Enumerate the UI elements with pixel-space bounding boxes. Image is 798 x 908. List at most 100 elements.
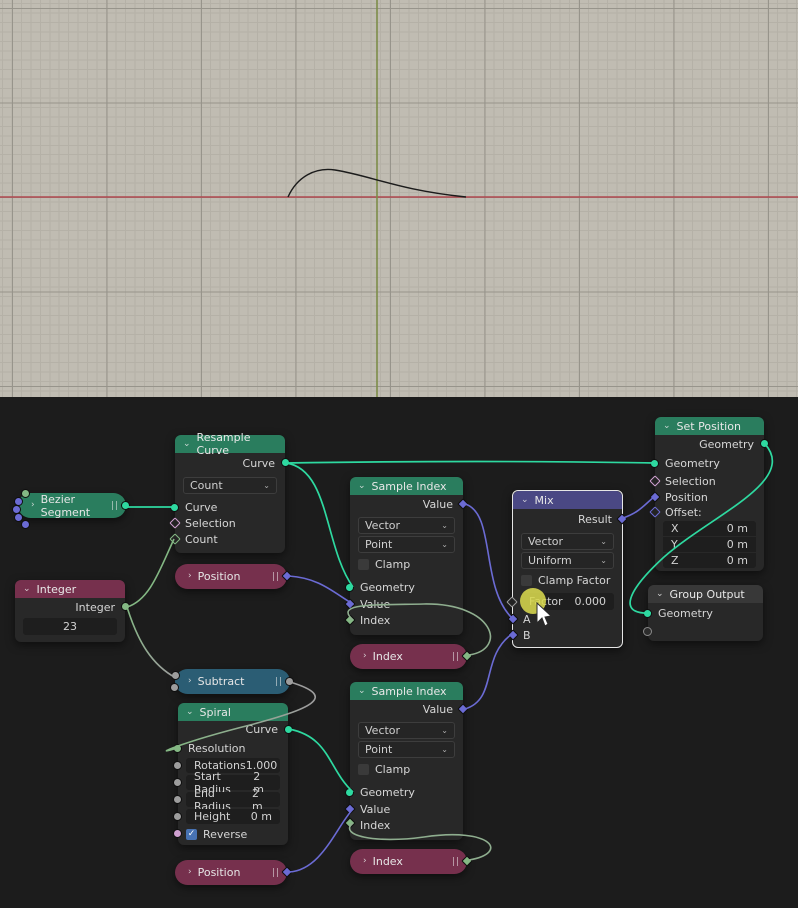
link-spiral-to-sampleindex-bottom[interactable] bbox=[288, 728, 354, 793]
node-title: Group Output bbox=[669, 587, 745, 601]
node-header[interactable]: ⌄ Group Output bbox=[648, 585, 763, 603]
mode-dropdown[interactable]: Count ⌄ bbox=[183, 477, 277, 494]
node-header[interactable]: ⌄ Sample Index bbox=[350, 477, 463, 495]
socket-output-value[interactable] bbox=[285, 677, 294, 686]
link-sampleindex-top-to-mix-a[interactable] bbox=[464, 503, 513, 619]
domain-dropdown[interactable]: Point ⌄ bbox=[358, 741, 455, 758]
input-row-selection: Selection bbox=[185, 516, 236, 530]
offset-z-field[interactable]: Z0 m bbox=[663, 553, 756, 568]
geometry-node-editor[interactable]: › Bezier Segment ⌄ Resample Curve Curve … bbox=[0, 397, 798, 908]
clamp-row: Clamp bbox=[358, 762, 410, 776]
socket-input-resolution[interactable] bbox=[21, 489, 30, 498]
offset-x-field[interactable]: X0 m bbox=[663, 521, 756, 536]
node-bezier-segment[interactable]: › Bezier Segment bbox=[12, 489, 130, 529]
socket-input-reverse[interactable] bbox=[173, 829, 182, 838]
clamp-checkbox[interactable] bbox=[358, 763, 369, 775]
expand-chevron-icon[interactable]: › bbox=[188, 677, 192, 686]
node-sample-index-bottom[interactable]: ⌄ Sample Index Value Vector ⌄ Point ⌄ Cl… bbox=[344, 682, 469, 840]
expand-chevron-icon[interactable]: › bbox=[188, 572, 192, 581]
node-header[interactable]: ⌄ Spiral bbox=[178, 703, 288, 721]
link-position-bottom-to-value[interactable] bbox=[288, 808, 354, 873]
node-mix[interactable]: ⌄ Mix Result Vector ⌄ Uniform ⌄ Clamp Fa… bbox=[506, 490, 628, 648]
collapse-chevron-icon[interactable]: ⌄ bbox=[23, 584, 31, 594]
link-position-top-to-value[interactable] bbox=[288, 575, 354, 605]
socket-input-end[interactable] bbox=[21, 520, 30, 529]
expand-chevron-icon[interactable]: › bbox=[31, 501, 35, 510]
node-index-bottom[interactable]: › Index bbox=[350, 849, 473, 874]
socket-output-index[interactable] bbox=[461, 650, 473, 662]
node-index-top[interactable]: › Index bbox=[350, 644, 473, 669]
node-set-position[interactable]: ⌄ Set Position Geometry Geometry Selecti… bbox=[649, 417, 769, 571]
node-position-top[interactable]: › Position bbox=[175, 564, 293, 589]
socket-output-curve[interactable] bbox=[121, 501, 130, 510]
data-type-dropdown[interactable]: Vector ⌄ bbox=[358, 517, 455, 534]
socket-input-value1[interactable] bbox=[171, 671, 180, 680]
socket-input-geometry[interactable] bbox=[345, 788, 354, 797]
end-radius-field[interactable]: End Radius 2 m bbox=[186, 787, 280, 813]
socket-input-start-radius[interactable] bbox=[173, 778, 182, 787]
factor-field[interactable]: Factor 0.000 bbox=[521, 593, 614, 610]
collapse-chevron-icon[interactable]: ⌄ bbox=[186, 707, 194, 717]
dropdown-chevron-icon: ⌄ bbox=[263, 481, 270, 490]
link-resample-to-sampleindex-top[interactable] bbox=[285, 462, 354, 588]
link-resample-to-setposition[interactable] bbox=[285, 460, 655, 464]
link-sampleindex-bottom-to-mix-b[interactable] bbox=[464, 633, 513, 710]
socket-input-rotations[interactable] bbox=[173, 761, 182, 770]
collapse-chevron-icon[interactable]: ⌄ bbox=[358, 686, 366, 696]
reverse-checkbox[interactable]: ✓ bbox=[186, 828, 197, 840]
data-type-dropdown[interactable]: Vector ⌄ bbox=[358, 722, 455, 739]
offset-y-field[interactable]: Y0 m bbox=[663, 537, 756, 552]
socket-input-virtual[interactable] bbox=[643, 627, 652, 636]
socket-input-geometry[interactable] bbox=[643, 609, 652, 618]
node-header[interactable]: ⌄ Set Position bbox=[655, 417, 764, 435]
socket-input-end-radius[interactable] bbox=[173, 795, 182, 804]
link-integer-to-subtract[interactable] bbox=[126, 606, 177, 679]
height-field[interactable]: Height 0 m bbox=[186, 809, 280, 824]
socket-input-curve[interactable] bbox=[170, 503, 179, 512]
socket-input-value2[interactable] bbox=[170, 683, 179, 692]
clamp-checkbox[interactable] bbox=[358, 558, 369, 570]
node-integer[interactable]: ⌄ Integer Integer 23 bbox=[15, 580, 130, 642]
socket-input-resolution[interactable] bbox=[173, 744, 182, 753]
expand-chevron-icon[interactable]: › bbox=[363, 857, 367, 866]
node-subtract[interactable]: › Subtract bbox=[170, 669, 294, 694]
socket-output-geometry[interactable] bbox=[760, 439, 769, 448]
node-resample-curve[interactable]: ⌄ Resample Curve Curve Count ⌄ Curve Sel… bbox=[169, 431, 290, 553]
collapse-chevron-icon[interactable]: ⌄ bbox=[358, 481, 366, 491]
node-header[interactable]: ⌄ Integer bbox=[15, 580, 125, 598]
input-row-index: Index bbox=[360, 613, 391, 627]
domain-dropdown[interactable]: Point ⌄ bbox=[358, 536, 455, 553]
socket-output-integer[interactable] bbox=[121, 602, 130, 611]
socket-output-index[interactable] bbox=[461, 855, 473, 867]
node-header[interactable]: ⌄ Sample Index bbox=[350, 682, 463, 700]
node-position-bottom[interactable]: › Position bbox=[175, 860, 293, 885]
node-header[interactable]: ⌄ Resample Curve bbox=[175, 431, 285, 457]
node-spiral[interactable]: ⌄ Spiral Curve Resolution Rotations 1.000… bbox=[173, 703, 293, 845]
link-integer-to-count[interactable] bbox=[126, 538, 175, 608]
collapse-chevron-icon[interactable]: ⌄ bbox=[663, 421, 671, 431]
socket-input-height[interactable] bbox=[173, 812, 182, 821]
expand-chevron-icon[interactable]: › bbox=[363, 652, 367, 661]
node-title: Position bbox=[197, 866, 241, 879]
3d-viewport[interactable] bbox=[0, 0, 798, 397]
node-header[interactable]: ⌄ Mix bbox=[513, 491, 622, 509]
integer-value-field[interactable]: 23 bbox=[23, 618, 117, 635]
socket-output-position[interactable] bbox=[281, 866, 293, 878]
node-sample-index-top[interactable]: ⌄ Sample Index Value Vector ⌄ Point ⌄ Cl… bbox=[344, 477, 469, 635]
expand-chevron-icon[interactable]: › bbox=[188, 868, 192, 877]
data-type-dropdown[interactable]: Vector ⌄ bbox=[521, 533, 614, 550]
clamp-factor-checkbox[interactable] bbox=[521, 574, 532, 586]
socket-output-position[interactable] bbox=[281, 570, 293, 582]
socket-output-curve[interactable] bbox=[281, 458, 290, 467]
grip-icon bbox=[276, 677, 281, 686]
link-mix-to-position-input[interactable] bbox=[622, 496, 655, 519]
collapse-chevron-icon[interactable]: ⌄ bbox=[183, 439, 191, 449]
socket-input-geometry[interactable] bbox=[345, 583, 354, 592]
socket-input-geometry[interactable] bbox=[650, 459, 659, 468]
factor-mode-dropdown[interactable]: Uniform ⌄ bbox=[521, 552, 614, 569]
collapse-chevron-icon[interactable]: ⌄ bbox=[521, 495, 529, 505]
socket-output-curve[interactable] bbox=[284, 725, 293, 734]
node-group-output[interactable]: ⌄ Group Output Geometry bbox=[643, 585, 763, 641]
collapse-chevron-icon[interactable]: ⌄ bbox=[656, 589, 664, 599]
socket-input-factor[interactable] bbox=[506, 596, 518, 608]
